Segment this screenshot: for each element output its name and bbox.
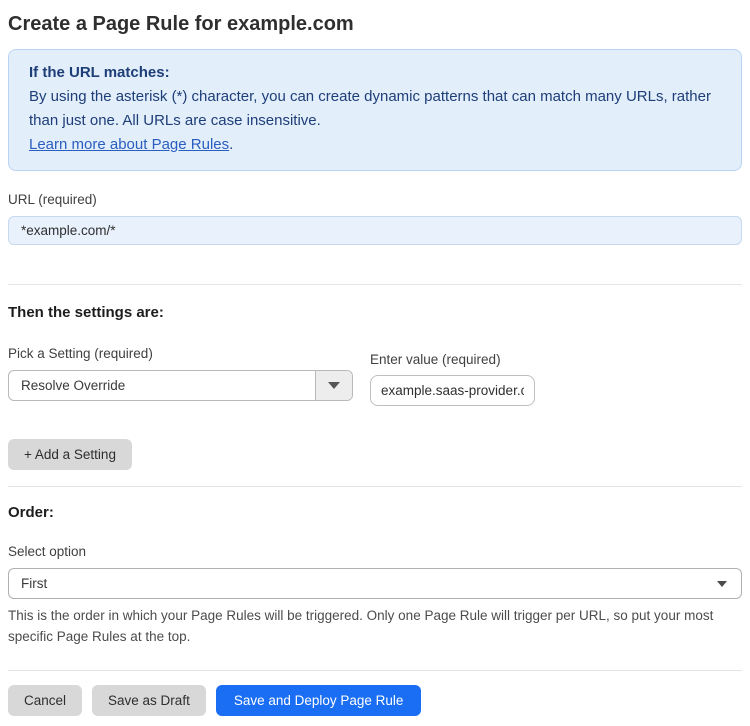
order-help-text: This is the order in which your Page Rul… xyxy=(8,608,714,644)
setting-select-arrow-button[interactable] xyxy=(315,371,352,400)
setting-picker-column: Pick a Setting (required) Resolve Overri… xyxy=(8,346,353,401)
divider xyxy=(8,486,742,487)
dropdown-arrow-icon xyxy=(328,382,340,389)
cancel-button[interactable]: Cancel xyxy=(8,685,83,716)
setting-value-column: Enter value (required) xyxy=(370,352,535,406)
setting-select-label: Pick a Setting (required) xyxy=(8,346,153,361)
setting-select[interactable]: Resolve Override xyxy=(8,370,353,401)
info-box-link-line: Learn more about Page Rules. xyxy=(29,133,721,157)
add-setting-button[interactable]: + Add a Setting xyxy=(8,439,132,470)
save-and-deploy-button[interactable]: Save and Deploy Page Rule xyxy=(215,685,422,716)
setting-value-input[interactable] xyxy=(370,375,535,406)
order-select-label: Select option xyxy=(8,544,87,559)
order-select[interactable]: First xyxy=(8,568,742,599)
url-match-info-box: If the URL matches: By using the asteris… xyxy=(8,49,742,171)
page-title: Create a Page Rule for example.com xyxy=(8,13,354,35)
order-select-value: First xyxy=(21,576,48,591)
settings-section-heading: Then the settings are: xyxy=(8,304,164,321)
learn-more-link[interactable]: Learn more about Page Rules xyxy=(29,136,229,153)
page-rule-form: Create a Page Rule for example.com If th… xyxy=(0,0,750,726)
dropdown-arrow-icon xyxy=(717,580,727,587)
url-input[interactable] xyxy=(8,216,742,245)
setting-select-value: Resolve Override xyxy=(21,378,126,393)
info-box-heading: If the URL matches: xyxy=(29,64,170,81)
settings-row: Pick a Setting (required) Resolve Overri… xyxy=(8,346,742,406)
value-field-label: Enter value (required) xyxy=(370,352,501,367)
save-as-draft-button[interactable]: Save as Draft xyxy=(92,685,206,716)
info-box-body: By using the asterisk (*) character, you… xyxy=(29,88,711,129)
link-period: . xyxy=(229,136,234,153)
footer-button-row: Cancel Save as Draft Save and Deploy Pag… xyxy=(8,685,742,716)
url-field-label: URL (required) xyxy=(8,192,97,207)
divider xyxy=(8,670,742,671)
order-section-heading: Order: xyxy=(8,504,54,521)
divider xyxy=(8,284,742,285)
